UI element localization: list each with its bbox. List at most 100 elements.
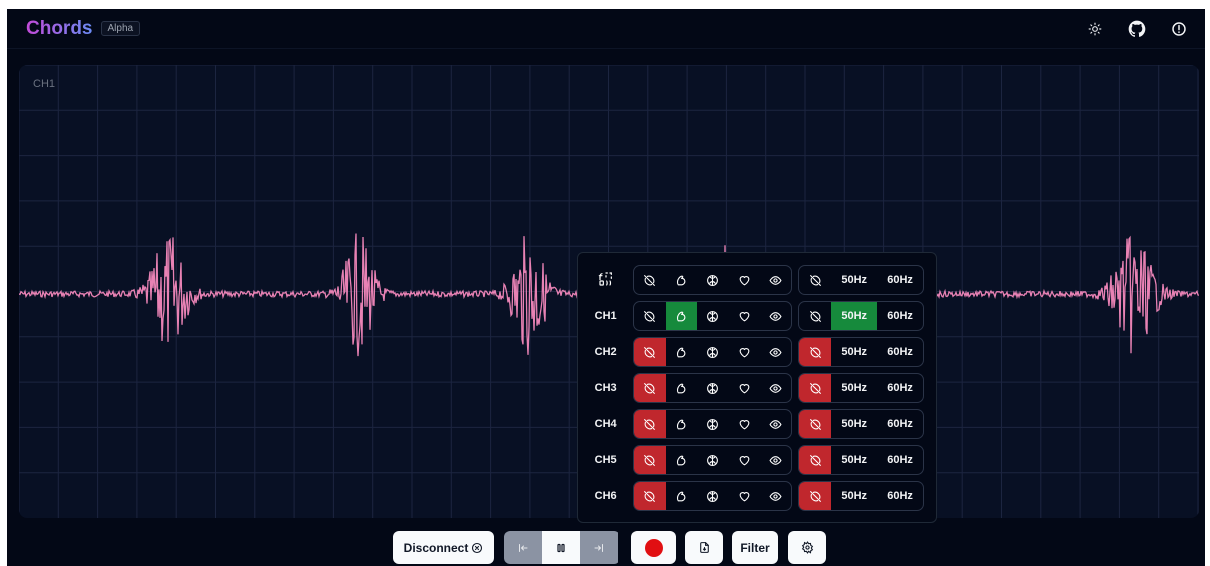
heart-filter-button[interactable] — [728, 446, 759, 474]
brain-filter-button[interactable] — [697, 482, 728, 510]
heart-filter-button[interactable] — [728, 482, 759, 510]
brain-icon — [706, 454, 719, 467]
notch-60hz-button[interactable]: 60Hz — [877, 446, 923, 474]
save-file-button[interactable] — [685, 531, 723, 564]
rewind-button[interactable] — [504, 531, 542, 564]
eye-filter-button[interactable] — [760, 482, 791, 510]
off-icon — [643, 454, 656, 467]
disconnect-button[interactable]: Disconnect — [393, 531, 494, 564]
channel-row: CH4 50Hz 60Hz — [586, 409, 925, 439]
heart-filter-button[interactable] — [728, 374, 759, 402]
notch-off-button[interactable] — [799, 302, 831, 330]
eye-icon — [769, 310, 782, 323]
settings-button[interactable] — [788, 531, 826, 564]
muscle-icon — [675, 418, 688, 431]
heart-filter-button[interactable] — [728, 338, 759, 366]
notch-filter-group: 50Hz 60Hz — [798, 265, 925, 295]
close-circle-icon — [472, 542, 483, 553]
notch-60hz-button[interactable]: 60Hz — [877, 374, 923, 402]
off-filter-button[interactable] — [634, 266, 665, 294]
muscle-icon — [675, 454, 688, 467]
muscle-filter-button[interactable] — [666, 266, 697, 294]
off-icon — [809, 418, 822, 431]
notch-filter-group: 50Hz 60Hz — [798, 337, 925, 367]
eye-icon — [769, 382, 782, 395]
file-icon — [699, 542, 709, 553]
off-filter-button[interactable] — [634, 302, 665, 330]
brain-icon — [706, 490, 719, 503]
playback-controls — [504, 531, 620, 564]
notch-50hz-button[interactable]: 50Hz — [831, 266, 877, 294]
notch-off-button[interactable] — [799, 446, 832, 474]
app-window: Chords Alpha CH1 50Hz 60Hz CH1 50Hz 60Hz CH2 5… — [7, 9, 1205, 566]
notch-50hz-button[interactable]: 50Hz — [831, 302, 878, 330]
record-button[interactable] — [631, 531, 676, 564]
notch-filter-group: 50Hz 60Hz — [798, 481, 925, 511]
off-filter-button[interactable] — [634, 410, 666, 438]
channel-label: CH1 — [594, 310, 617, 322]
heart-filter-button[interactable] — [728, 266, 759, 294]
notch-off-button[interactable] — [799, 374, 832, 402]
off-filter-button[interactable] — [634, 374, 666, 402]
off-icon — [809, 454, 822, 467]
notch-50hz-button[interactable]: 50Hz — [831, 338, 877, 366]
muscle-filter-button[interactable] — [666, 374, 697, 402]
off-icon — [643, 382, 656, 395]
eye-icon — [769, 346, 782, 359]
brain-filter-button[interactable] — [697, 410, 728, 438]
notch-60hz-button[interactable]: 60Hz — [877, 266, 923, 294]
eye-filter-button[interactable] — [760, 266, 791, 294]
off-filter-button[interactable] — [634, 482, 666, 510]
record-icon — [644, 538, 663, 557]
eye-icon — [769, 454, 782, 467]
heart-filter-button[interactable] — [728, 410, 759, 438]
muscle-filter-button[interactable] — [665, 302, 698, 330]
off-filter-button[interactable] — [634, 338, 666, 366]
eye-filter-button[interactable] — [760, 410, 791, 438]
off-filter-button[interactable] — [634, 446, 666, 474]
muscle-filter-button[interactable] — [666, 338, 697, 366]
muscle-filter-button[interactable] — [666, 410, 697, 438]
brain-filter-button[interactable] — [697, 338, 728, 366]
info-icon[interactable] — [1169, 19, 1189, 39]
brain-filter-button[interactable] — [697, 374, 728, 402]
notch-off-button[interactable] — [799, 482, 832, 510]
muscle-icon — [675, 274, 688, 287]
heart-icon — [738, 490, 751, 503]
filter-button[interactable]: Filter — [732, 531, 778, 564]
heart-filter-button[interactable] — [728, 302, 759, 330]
select-all-button[interactable] — [586, 271, 625, 290]
notch-60hz-button[interactable]: 60Hz — [877, 338, 923, 366]
filter-type-group — [633, 481, 793, 511]
disconnect-label: Disconnect — [403, 540, 469, 555]
brain-filter-button[interactable] — [697, 446, 728, 474]
pause-button[interactable] — [542, 531, 580, 564]
sun-icon[interactable] — [1085, 19, 1105, 39]
notch-50hz-button[interactable]: 50Hz — [831, 374, 877, 402]
notch-50hz-button[interactable]: 50Hz — [831, 410, 877, 438]
github-icon[interactable] — [1127, 19, 1147, 39]
eye-filter-button[interactable] — [760, 374, 791, 402]
muscle-filter-button[interactable] — [666, 482, 697, 510]
forward-button[interactable] — [580, 531, 618, 564]
notch-60hz-button[interactable]: 60Hz — [877, 410, 923, 438]
notch-50hz-button[interactable]: 50Hz — [831, 482, 877, 510]
brain-filter-button[interactable] — [697, 266, 728, 294]
notch-off-button[interactable] — [799, 266, 831, 294]
heart-icon — [738, 418, 751, 431]
filter-type-group — [633, 373, 793, 403]
notch-off-button[interactable] — [799, 410, 832, 438]
brain-icon — [706, 274, 719, 287]
eye-filter-button[interactable] — [760, 338, 791, 366]
muscle-filter-button[interactable] — [666, 446, 697, 474]
notch-60hz-button[interactable]: 60Hz — [877, 482, 923, 510]
notch-60hz-button[interactable]: 60Hz — [877, 302, 923, 330]
channel-row: CH2 50Hz 60Hz — [586, 337, 925, 367]
brain-filter-button[interactable] — [697, 302, 728, 330]
notch-off-button[interactable] — [799, 338, 832, 366]
eye-filter-button[interactable] — [760, 446, 791, 474]
eye-filter-button[interactable] — [760, 302, 791, 330]
notch-50hz-button[interactable]: 50Hz — [831, 446, 877, 474]
header: Chords Alpha — [7, 9, 1205, 49]
brain-icon — [706, 382, 719, 395]
